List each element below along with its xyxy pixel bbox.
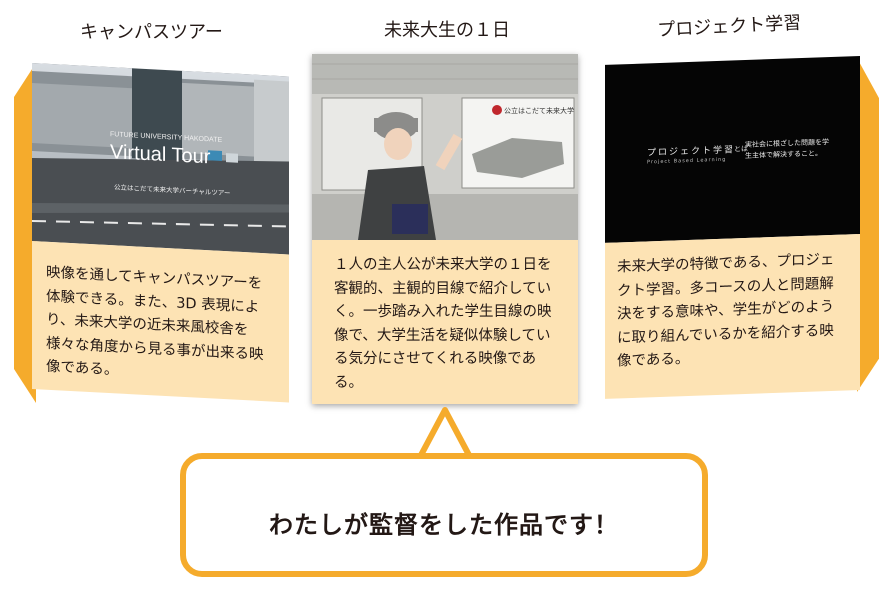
university-sign-text: 公立はこだて未来大学 bbox=[504, 107, 574, 115]
campus-tour-description: 映像を通してキャンパスツアーを体験できる。また、3D 表現により、未来大学の近未… bbox=[32, 241, 289, 403]
card-title-student-day: 未来大生の１日 bbox=[384, 20, 510, 41]
bubble-tail-cover bbox=[423, 459, 467, 467]
speech-bubble-text: わたしが監督をした作品です！ bbox=[269, 511, 619, 539]
card-title-project-learning: プロジェクト学習 bbox=[656, 12, 802, 42]
card-title-campus-tour: キャンパスツアー bbox=[80, 22, 223, 43]
student-day-description: １人の主人公が未来大学の１日を客観的、主観的目線で紹介していく。一歩踏み入れた学… bbox=[312, 240, 578, 404]
project-learning-caption-desc: 実社会に根ざした問題を学生主体で解決すること。 bbox=[745, 138, 829, 161]
card-student-day[interactable]: 公立はこだて未来大学 １人の主人公が未来大学の１日を客観的、主観的目線で紹介して… bbox=[312, 54, 578, 404]
campus-tour-image: FUTURE UNIVERSITY HAKODATE Virtual Tour … bbox=[32, 63, 289, 255]
project-learning-image: プロジェクト学習 Project Based Learning とは 実社会に根… bbox=[605, 56, 860, 243]
card-campus-tour[interactable]: FUTURE UNIVERSITY HAKODATE Virtual Tour … bbox=[32, 63, 289, 416]
card-project-learning[interactable]: プロジェクト学習 Project Based Learning とは 実社会に根… bbox=[605, 56, 860, 405]
project-learning-description: 未来大学の特徴である、プロジェクト学習。多コースの人と問題解決をする意味や、学生… bbox=[605, 234, 860, 399]
student-photo-illustration bbox=[312, 54, 578, 240]
right-card-accent bbox=[857, 58, 879, 392]
speech-bubble: わたしが監督をした作品です！ bbox=[180, 453, 708, 577]
student-day-image: 公立はこだて未来大学 bbox=[312, 54, 578, 240]
speech-bubble-tail bbox=[418, 407, 472, 459]
